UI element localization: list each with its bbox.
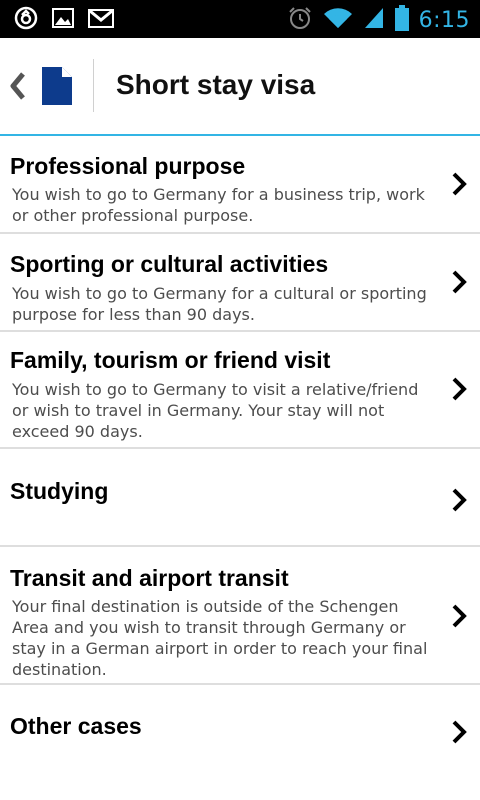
action-bar: Short stay visa: [0, 38, 480, 136]
chevron-right-icon: [450, 603, 468, 633]
list-item-family-tourism[interactable]: Family, tourism or friend visit You wish…: [0, 332, 480, 449]
list-item-studying[interactable]: Studying: [0, 449, 480, 547]
list-item-title: Transit and airport transit: [10, 565, 289, 591]
chevron-right-icon: [450, 376, 468, 406]
chevron-right-icon: [450, 269, 468, 299]
image-icon: [51, 6, 75, 34]
list-item-title: Professional purpose: [10, 153, 246, 179]
back-chevron-icon: [8, 71, 28, 105]
list-item-transit[interactable]: Transit and airport transit Your final d…: [0, 547, 480, 685]
list-item-description: Your final destination is outside of the…: [12, 597, 428, 679]
sync-icon: [14, 6, 38, 34]
list-item-description: You wish to go to Germany to visit a rel…: [12, 380, 419, 441]
list-item-title: Studying: [10, 478, 109, 504]
list-item-title: Family, tourism or friend visit: [10, 347, 331, 373]
chevron-right-icon: [450, 487, 468, 517]
status-bar: 6:15: [0, 0, 480, 38]
action-bar-divider: [93, 59, 94, 112]
up-navigation-button[interactable]: [0, 38, 95, 134]
battery-icon: [394, 5, 409, 35]
list-item-sporting-cultural[interactable]: Sporting or cultural activities You wish…: [0, 234, 480, 332]
list-item-description: You wish to go to Germany for a business…: [12, 185, 425, 225]
chevron-right-icon: [450, 719, 468, 749]
signal-icon: [363, 6, 385, 34]
list-item-description: You wish to go to Germany for a cultural…: [12, 284, 427, 324]
page-title: Short stay visa: [116, 69, 316, 100]
list-item-professional-purpose[interactable]: Professional purpose You wish to go to G…: [0, 136, 480, 234]
document-icon: [42, 67, 72, 109]
alarm-icon: [287, 5, 313, 35]
clock-time: 6:15: [418, 7, 470, 33]
visa-type-list: Professional purpose You wish to go to G…: [0, 136, 480, 783]
gmail-icon: [88, 6, 114, 34]
list-item-title: Other cases: [10, 713, 142, 739]
list-item-other-cases[interactable]: Other cases: [0, 685, 480, 783]
wifi-icon: [323, 6, 353, 34]
chevron-right-icon: [450, 171, 468, 201]
list-item-title: Sporting or cultural activities: [10, 251, 329, 277]
